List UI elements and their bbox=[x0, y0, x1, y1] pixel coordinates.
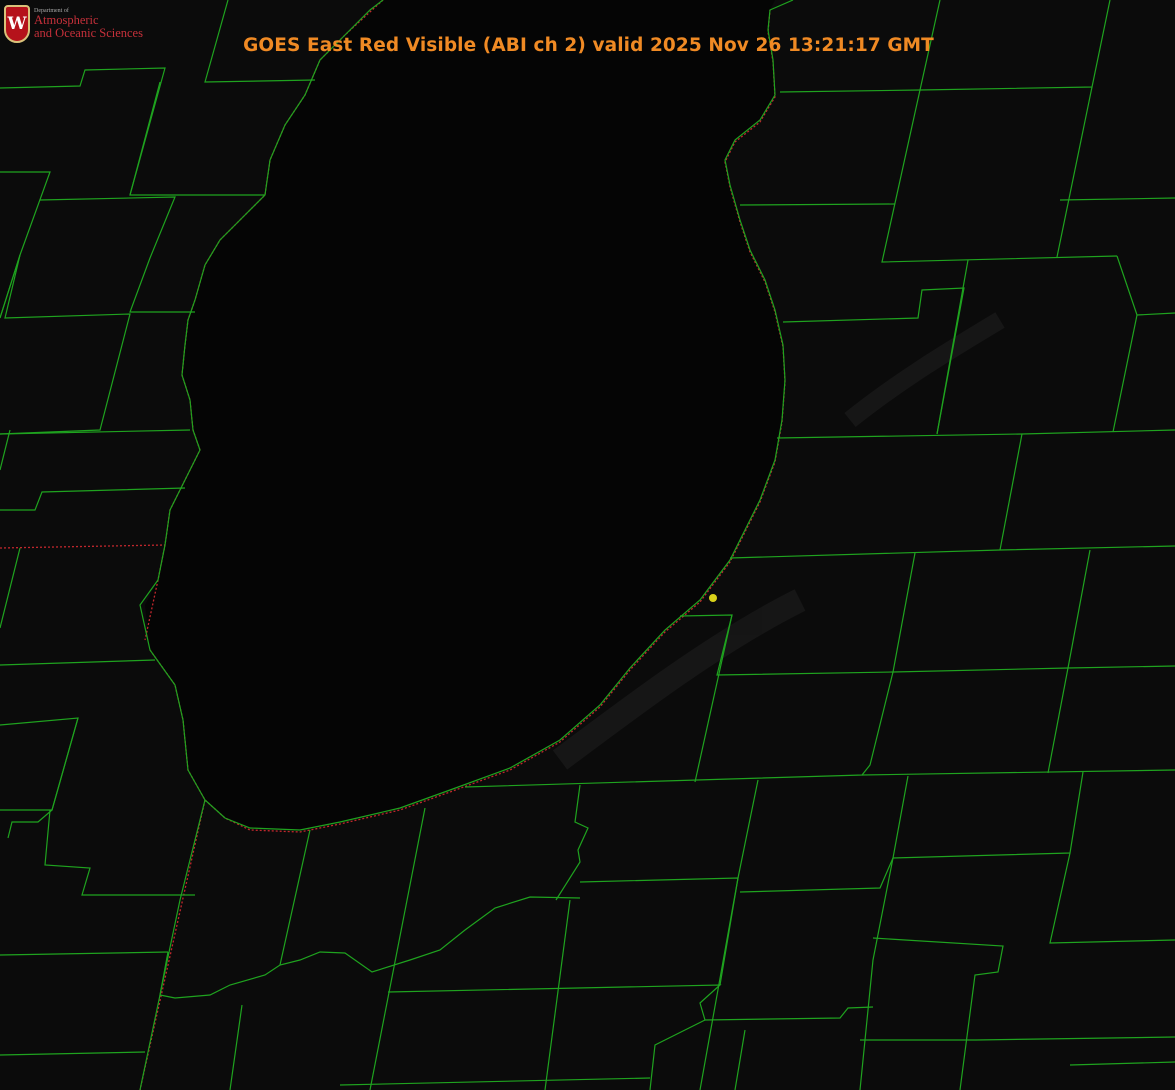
image-title: GOES East Red Visible (ABI ch 2) valid 2… bbox=[0, 35, 1175, 56]
image-title-text: GOES East Red Visible (ABI ch 2) valid 2… bbox=[243, 35, 934, 56]
satellite-map[interactable] bbox=[0, 0, 1175, 1090]
station-marker-icon[interactable] bbox=[709, 594, 717, 602]
